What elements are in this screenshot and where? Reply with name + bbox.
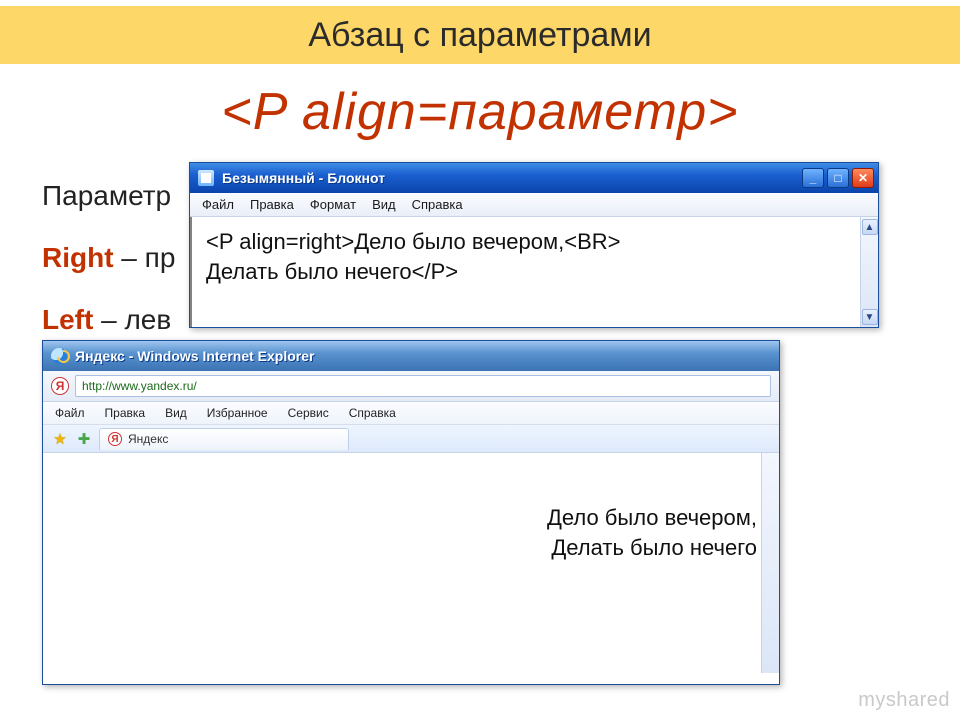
ie-menubar: Файл Правка Вид Избранное Сервис Справка [43, 402, 779, 425]
ie-address-toolbar: Я http://www.yandex.ru/ [43, 371, 779, 402]
menu-help[interactable]: Справка [412, 197, 463, 212]
ie-tab-label: Яндекс [128, 432, 168, 446]
bullet-right: Right – пр [42, 230, 175, 286]
notepad-titlebar[interactable]: Безымянный - Блокнот _ □ ✕ [190, 163, 878, 193]
slide: Абзац с параметрами <P align=параметр> П… [0, 0, 960, 720]
title-band: Абзац с параметрами [0, 6, 960, 64]
yandex-favicon-icon: Я [51, 377, 69, 395]
np-line-1: <P align=right>Дело было вечером,<BR> [206, 227, 846, 257]
np-line-2: Делать было нечего</P> [206, 257, 846, 287]
notepad-title: Безымянный - Блокнот [222, 170, 385, 186]
notepad-window: Безымянный - Блокнот _ □ ✕ Файл Правка Ф… [189, 162, 879, 328]
notepad-body: <P align=right>Дело было вечером,<BR> Де… [190, 217, 878, 327]
slide-title: Абзац с параметрами [308, 16, 651, 55]
ie-menu-favorites[interactable]: Избранное [207, 406, 268, 420]
kw-left: Left [42, 304, 93, 335]
scroll-down-icon[interactable]: ▼ [862, 309, 878, 325]
ie-title: Яндекс - Windows Internet Explorer [75, 348, 314, 364]
minimize-button[interactable]: _ [802, 168, 824, 188]
ie-tab[interactable]: Я Яндекс [99, 428, 349, 450]
ie-scrollbar[interactable] [761, 453, 779, 673]
address-bar[interactable]: http://www.yandex.ru/ [75, 375, 771, 397]
menu-file[interactable]: Файл [202, 197, 234, 212]
close-button[interactable]: ✕ [852, 168, 874, 188]
ie-content-area: Дело было вечером, Делать было нечего [43, 453, 779, 673]
watermark: myshared [858, 689, 950, 712]
window-buttons: _ □ ✕ [802, 168, 874, 188]
address-url: http://www.yandex.ru/ [82, 379, 197, 393]
ie-menu-service[interactable]: Сервис [288, 406, 329, 420]
menu-format[interactable]: Формат [310, 197, 356, 212]
add-favorite-icon[interactable]: ✚ [75, 430, 93, 448]
ie-icon [51, 348, 67, 364]
bullet-left-rest: – лев [93, 304, 171, 335]
notepad-menubar: Файл Правка Формат Вид Справка [190, 193, 878, 217]
bullet-right-rest: – пр [114, 242, 176, 273]
ie-menu-view[interactable]: Вид [165, 406, 187, 420]
menu-edit[interactable]: Правка [250, 197, 294, 212]
ie-titlebar[interactable]: Яндекс - Windows Internet Explorer [43, 341, 779, 371]
notepad-icon [198, 170, 214, 186]
ie-window: Яндекс - Windows Internet Explorer Я htt… [42, 340, 780, 685]
rendered-line-2: Делать было нечего [547, 533, 757, 563]
favorites-star-icon[interactable]: ★ [51, 430, 69, 448]
ie-menu-help[interactable]: Справка [349, 406, 396, 420]
code-heading: <P align=параметр> [0, 82, 960, 142]
ie-tabbar: ★ ✚ Я Яндекс [43, 425, 779, 453]
tab-favicon-icon: Я [108, 432, 122, 446]
ie-menu-edit[interactable]: Правка [105, 406, 146, 420]
ie-menu-file[interactable]: Файл [55, 406, 85, 420]
notepad-scrollbar[interactable]: ▲ ▼ [860, 217, 878, 327]
scroll-up-icon[interactable]: ▲ [862, 219, 878, 235]
notepad-text-area[interactable]: <P align=right>Дело было вечером,<BR> Де… [190, 217, 860, 327]
rendered-line-1: Дело было вечером, [547, 503, 757, 533]
maximize-button[interactable]: □ [827, 168, 849, 188]
rendered-paragraph: Дело было вечером, Делать было нечего [547, 503, 757, 562]
param-label: Параметр [42, 168, 175, 224]
menu-view[interactable]: Вид [372, 197, 396, 212]
kw-right: Right [42, 242, 114, 273]
